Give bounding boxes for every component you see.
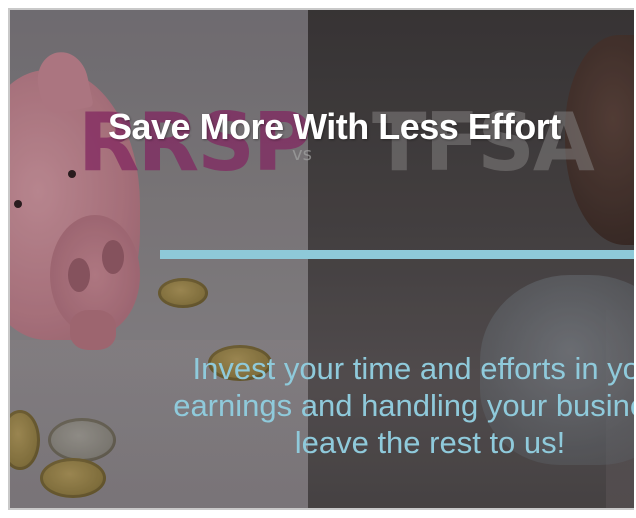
accent-divider bbox=[160, 250, 634, 259]
banner-body-text: Invest your time and efforts in your ear… bbox=[173, 351, 634, 460]
banner-headline: Save More With Less Effort bbox=[108, 106, 561, 147]
hero-banner: RRSP vs TFSA Save More With Less Effort … bbox=[8, 8, 634, 510]
